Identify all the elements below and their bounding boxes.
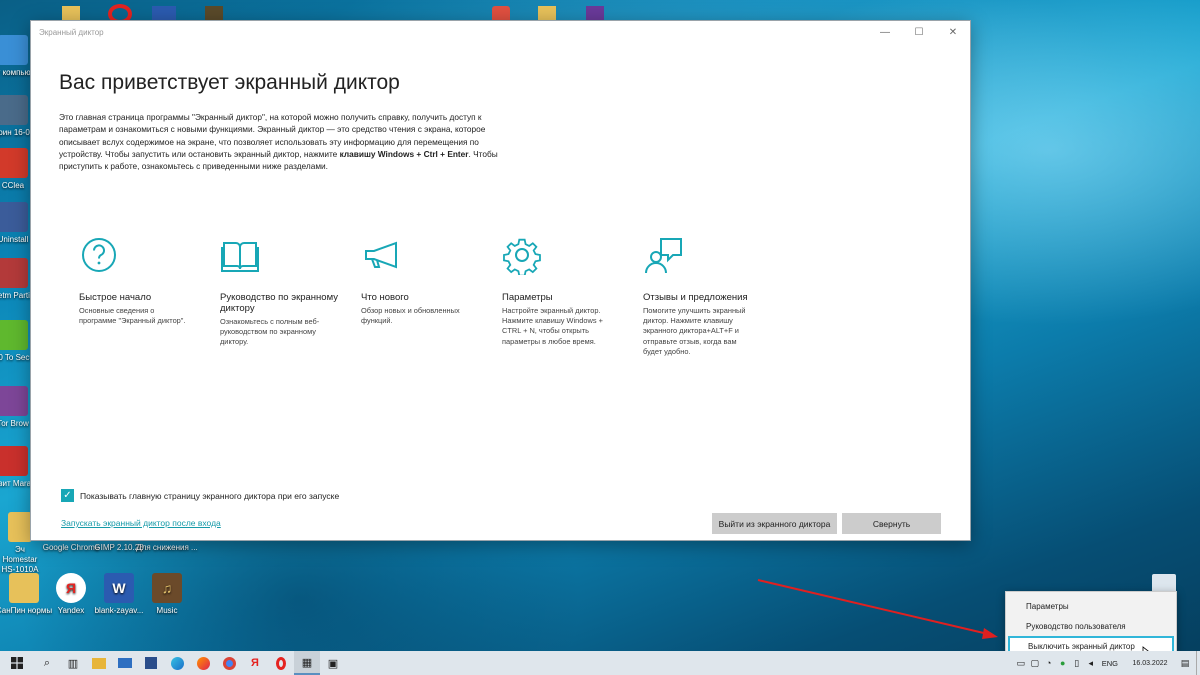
save-app-icon[interactable] bbox=[138, 651, 164, 675]
chrome-icon[interactable] bbox=[216, 651, 242, 675]
firefox-icon[interactable] bbox=[190, 651, 216, 675]
date-text: 16.03.2022 bbox=[1132, 659, 1168, 667]
speaker-icon[interactable]: ◂ bbox=[1084, 658, 1098, 669]
action-center-icon[interactable]: ▤ bbox=[1178, 658, 1192, 669]
task-view-icon[interactable]: ▥ bbox=[60, 651, 86, 675]
mail-icon[interactable] bbox=[112, 651, 138, 675]
clock[interactable]: 16.03.2022 bbox=[1122, 659, 1178, 668]
network-icon[interactable]: ▢ bbox=[1028, 658, 1042, 669]
notification-icon[interactable]: ▭ bbox=[1014, 658, 1028, 669]
yandex-browser-icon[interactable]: Я bbox=[242, 651, 268, 675]
edge-icon[interactable] bbox=[164, 651, 190, 675]
volume-icon[interactable]: ◔ bbox=[1042, 658, 1056, 668]
start-button[interactable] bbox=[0, 651, 34, 675]
file-explorer-icon[interactable] bbox=[86, 651, 112, 675]
menu-item-settings[interactable]: Параметры bbox=[1006, 596, 1176, 616]
windows-logo-icon bbox=[11, 657, 23, 669]
red-arrow-annotation bbox=[757, 579, 998, 639]
battery-icon[interactable]: ▯ bbox=[1070, 658, 1084, 669]
system-tray: ▭ ▢ ◔ ● ▯ ◂ ENG 16.03.2022 ▤ bbox=[1014, 651, 1200, 675]
search-icon[interactable]: ⌕ bbox=[34, 651, 60, 675]
taskbar: ⌕ ▥ Я ▦ ▣ ▭ ▢ ◔ ● ▯ ◂ ENG 16.03.2022 ▤ bbox=[0, 651, 1200, 675]
arrow-head bbox=[982, 628, 998, 639]
opera-icon[interactable] bbox=[268, 651, 294, 675]
language-indicator[interactable]: ENG bbox=[1102, 659, 1118, 668]
arrow-line bbox=[757, 579, 989, 635]
remote-desktop-icon[interactable]: ▣ bbox=[320, 651, 346, 675]
show-desktop-button[interactable] bbox=[1196, 651, 1200, 675]
shield-icon[interactable]: ● bbox=[1056, 658, 1070, 668]
menu-item-user-guide[interactable]: Руководство пользователя bbox=[1006, 616, 1176, 636]
narrator-taskbar-icon[interactable]: ▦ bbox=[294, 651, 320, 675]
